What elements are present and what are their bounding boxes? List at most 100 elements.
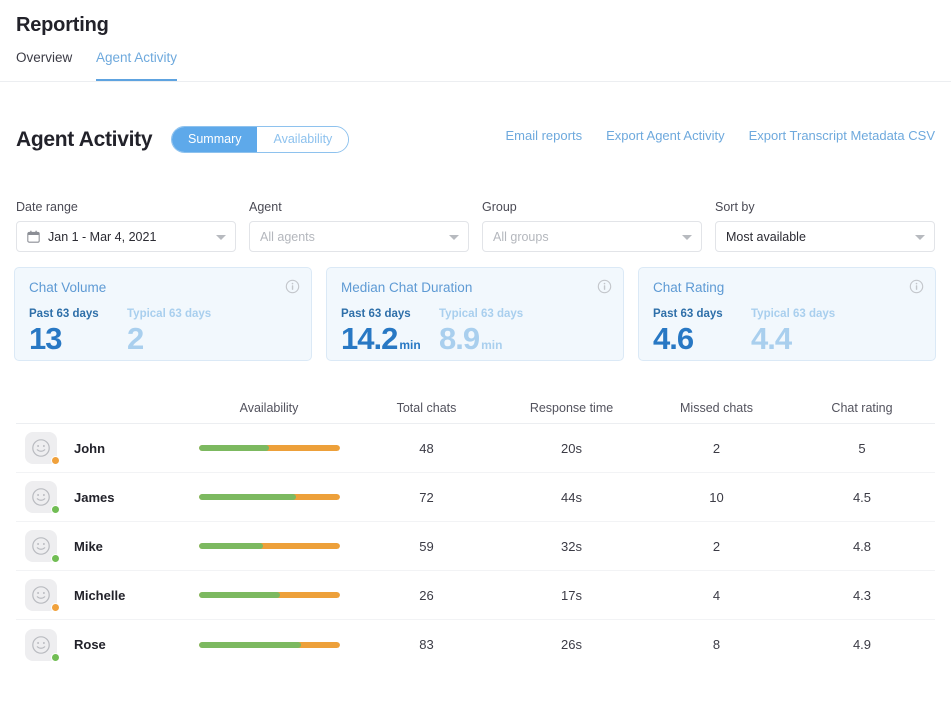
export-transcript-metadata-csv-link[interactable]: Export Transcript Metadata CSV bbox=[749, 128, 935, 143]
metric-typical: Typical 63 days 8.9 min bbox=[439, 308, 523, 362]
group-value: All groups bbox=[493, 229, 549, 244]
avatar bbox=[25, 579, 60, 612]
agent-select[interactable]: All agents bbox=[249, 221, 469, 252]
response-time-cell: 26s bbox=[561, 637, 582, 652]
missed-chats-cell: 2 bbox=[712, 440, 721, 456]
missed-chats-cell: 4 bbox=[712, 587, 721, 603]
smiley-icon bbox=[32, 537, 50, 555]
column-header-availability: Availability bbox=[239, 400, 299, 415]
calendar-icon bbox=[27, 230, 40, 243]
agent-name: Rose bbox=[74, 637, 106, 652]
agent-name: Mike bbox=[74, 538, 103, 554]
metric-typical-label: Typical 63 days bbox=[439, 308, 524, 320]
reporting-page: Reporting Overview Agent Activity Agent … bbox=[0, 0, 951, 704]
total-chats-cell: 26 bbox=[419, 587, 434, 603]
metric-past-label: Past 63 days bbox=[29, 308, 99, 320]
date-range-value: Jan 1 - Mar 4, 2021 bbox=[48, 229, 157, 244]
column-header-missed-chats: Missed chats bbox=[680, 400, 753, 415]
missed-chats-cell: 8 bbox=[712, 637, 721, 652]
avatar bbox=[25, 530, 60, 563]
agent-name: Michelle bbox=[74, 587, 126, 603]
metric-past: Past 63 days 4.6 bbox=[653, 308, 751, 362]
chat-rating-cell: 4.9 bbox=[852, 637, 872, 652]
missed-chats-cell: 2 bbox=[712, 538, 721, 554]
info-icon[interactable] bbox=[909, 279, 924, 294]
status-dot-online bbox=[51, 554, 60, 563]
column-header-total-chats: Total chats bbox=[396, 400, 457, 415]
response-time-cell: 17s bbox=[561, 587, 582, 603]
metric-typical-value: 4.4 bbox=[751, 321, 792, 356]
sort-by-select[interactable]: Most available bbox=[715, 221, 935, 252]
tab-agent-activity[interactable]: Agent Activity bbox=[96, 50, 178, 81]
table-body: John 48 20s 2 5 James 72 44s 10 4.5 Mike 59 32s 2 4.8 M… bbox=[16, 424, 935, 669]
metric-card-body: Past 63 days 14.2 min Typical 63 days 8.9… bbox=[341, 308, 609, 362]
availability-cell bbox=[184, 543, 354, 549]
filter-date-range: Date range Jan 1 - Mar 4, 2021 bbox=[16, 200, 236, 252]
response-time-cell: 32s bbox=[561, 538, 582, 554]
tab-overview[interactable]: Overview bbox=[16, 50, 72, 81]
metric-past-label: Past 63 days bbox=[341, 308, 411, 320]
metric-card-title: Chat Volume bbox=[29, 280, 107, 295]
total-chats-cell: 59 bbox=[419, 538, 434, 554]
metric-card-median-chat-duration: Median Chat Duration Past 63 days 14.2 mi… bbox=[326, 267, 624, 361]
tab-bar: Overview Agent Activity bbox=[0, 50, 951, 82]
export-agent-activity-link[interactable]: Export Agent Activity bbox=[606, 128, 725, 143]
chevron-down-icon bbox=[449, 234, 459, 240]
info-icon[interactable] bbox=[597, 279, 612, 294]
page-title: Reporting bbox=[16, 14, 109, 36]
smiley-icon bbox=[32, 439, 50, 457]
chevron-down-icon bbox=[682, 234, 692, 240]
total-chats-cell: 72 bbox=[419, 489, 434, 505]
metric-cards: Chat Volume Past 63 days 13 Typical 63 d… bbox=[14, 267, 937, 361]
filter-label-agent: Agent bbox=[249, 200, 282, 214]
availability-bar bbox=[198, 445, 340, 451]
agent-value: All agents bbox=[260, 229, 315, 244]
metric-typical-value: 2 bbox=[127, 321, 144, 356]
metric-typical: Typical 63 days 4.4 bbox=[751, 308, 835, 362]
total-chats-cell: 83 bbox=[419, 637, 434, 652]
availability-bar-available bbox=[198, 494, 296, 500]
availability-bar-available bbox=[198, 445, 269, 451]
table-row[interactable]: Rose 83 26s 8 4.9 bbox=[16, 620, 935, 669]
group-select[interactable]: All groups bbox=[482, 221, 702, 252]
metric-typical-label: Typical 63 days bbox=[127, 308, 212, 320]
table-row[interactable]: John 48 20s 2 5 bbox=[16, 424, 935, 473]
info-icon[interactable] bbox=[285, 279, 300, 294]
availability-bar-available bbox=[198, 592, 281, 598]
status-dot-away bbox=[51, 603, 60, 612]
metric-card-body: Past 63 days 4.6 Typical 63 days 4.4 bbox=[653, 308, 921, 362]
availability-cell bbox=[184, 592, 354, 598]
availability-bar bbox=[198, 641, 340, 648]
filter-label-date-range: Date range bbox=[16, 200, 78, 214]
toggle-summary[interactable]: Summary bbox=[172, 127, 258, 152]
view-toggle: Summary Availability bbox=[171, 126, 350, 153]
chevron-down-icon bbox=[915, 234, 925, 240]
metric-typical-label: Typical 63 days bbox=[751, 308, 836, 320]
agent-name: James bbox=[74, 489, 115, 505]
chevron-down-icon bbox=[216, 234, 226, 240]
table-row[interactable]: James 72 44s 10 4.5 bbox=[16, 473, 935, 522]
metric-past-value: 14.2 min bbox=[341, 321, 421, 356]
chat-rating-cell: 4.3 bbox=[852, 587, 872, 603]
toggle-availability[interactable]: Availability bbox=[257, 127, 349, 152]
agent-cell: Michelle bbox=[16, 579, 184, 612]
filter-group: Group All groups bbox=[482, 200, 702, 252]
table-row[interactable]: Michelle 26 17s 4 4.3 bbox=[16, 571, 935, 620]
status-dot-online bbox=[51, 505, 60, 514]
smiley-icon bbox=[32, 586, 50, 604]
response-time-cell: 44s bbox=[561, 489, 582, 505]
chat-rating-cell: 4.5 bbox=[852, 489, 872, 505]
agent-activity-table: Availability Total chats Response time M… bbox=[16, 392, 935, 669]
sort-by-value: Most available bbox=[726, 229, 806, 244]
filter-bar: Date range Jan 1 - Mar 4, 2021 Agent All… bbox=[16, 200, 935, 252]
email-reports-link[interactable]: Email reports bbox=[505, 128, 582, 143]
availability-bar-available bbox=[198, 641, 302, 648]
table-row[interactable]: Mike 59 32s 2 4.8 bbox=[16, 522, 935, 571]
chat-rating-cell: 5 bbox=[858, 440, 866, 456]
table-header-row: Availability Total chats Response time M… bbox=[16, 392, 935, 424]
date-range-select[interactable]: Jan 1 - Mar 4, 2021 bbox=[16, 221, 236, 252]
agent-cell: John bbox=[16, 432, 184, 465]
agent-name: John bbox=[74, 440, 106, 456]
avatar bbox=[25, 432, 60, 465]
filter-label-sort-by: Sort by bbox=[715, 200, 755, 214]
